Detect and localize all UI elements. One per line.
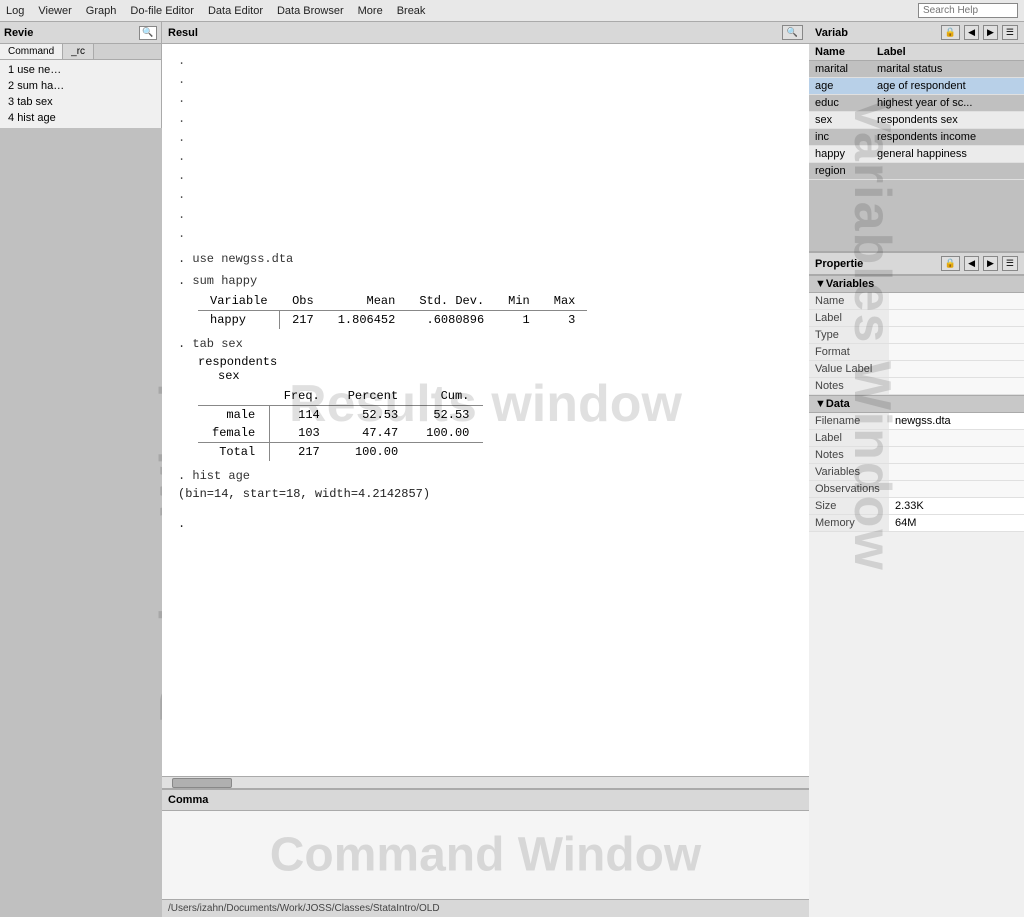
menu-dofile[interactable]: Do-file Editor	[130, 5, 194, 17]
var-table: Name Label maritalmarital statusageage o…	[809, 44, 1024, 180]
properties-header: Propertie 🔒 ◀ ▶ ☰	[809, 253, 1024, 275]
menu-log[interactable]: Log	[6, 5, 24, 17]
table-row-total: Total 217 100.00	[198, 442, 483, 461]
review-list: 1 use ne… 2 sum ha… 3 tab sex 4 hist age	[0, 60, 161, 128]
table-row[interactable]: sexrespondents sex	[809, 112, 1024, 129]
freq-intro: respondents sex	[198, 355, 793, 383]
status-bar: /Users/izahn/Documents/Work/JOSS/Classes…	[162, 899, 809, 917]
list-item[interactable]: 1 use ne…	[0, 62, 161, 78]
review-tabs: Command _rc	[0, 44, 161, 60]
prop-section-data[interactable]: ▼Data	[809, 395, 1024, 413]
command-content[interactable]: Command Window	[162, 811, 809, 899]
menu-more[interactable]: More	[358, 5, 383, 17]
menu-viewer[interactable]: Viewer	[38, 5, 71, 17]
prop-row: Filenamenewgss.dta	[809, 413, 1024, 430]
results-scrollbar[interactable]	[162, 776, 809, 788]
results-cmd-use: . use newgss.dta	[178, 252, 793, 266]
review-panel-header: Revie 🔍	[0, 22, 161, 44]
scrollbar-thumb[interactable]	[172, 778, 232, 788]
table-row[interactable]: ageage of respondent	[809, 78, 1024, 95]
menu-databrowser[interactable]: Data Browser	[277, 5, 344, 17]
results-cmd-tab: . tab sex	[178, 337, 793, 351]
col-label: Label	[871, 44, 1024, 61]
table-row[interactable]: region	[809, 163, 1024, 180]
results-dots: . . . . . . . . . .	[178, 52, 793, 244]
variables-nav-right[interactable]: ▶	[983, 25, 998, 40]
results-content[interactable]: Results window . . . . . . . . . . . use…	[162, 44, 809, 776]
variables-nav-left[interactable]: ◀	[964, 25, 979, 40]
tab-command[interactable]: Command	[0, 44, 63, 59]
freq-table: Freq. Percent Cum. male 114 52.53 52.53	[198, 387, 483, 461]
variables-menu-button[interactable]: ☰	[1002, 25, 1018, 40]
table-row: female 103 47.47 100.00	[198, 424, 483, 443]
prop-row: Type	[809, 327, 1024, 344]
results-cmd-hist: . hist age	[178, 469, 793, 483]
results-header: Resul 🔍	[162, 22, 809, 44]
menu-graph[interactable]: Graph	[86, 5, 117, 17]
command-watermark: Command Window	[270, 828, 702, 883]
prop-row: Label	[809, 430, 1024, 447]
prop-row: Variables	[809, 464, 1024, 481]
prop-row: Notes	[809, 447, 1024, 464]
review-search-button[interactable]: 🔍	[139, 26, 157, 40]
list-item[interactable]: 2 sum ha…	[0, 78, 161, 94]
results-hist-note: (bin=14, start=18, width=4.2142857)	[178, 487, 793, 501]
variables-lock-button[interactable]: 🔒	[941, 25, 960, 40]
prop-row: Notes	[809, 378, 1024, 395]
top-menu-bar: Log Viewer Graph Do-file Editor Data Edi…	[0, 0, 1024, 22]
review-watermark: Review Window	[149, 305, 162, 723]
prop-row: Label	[809, 310, 1024, 327]
results-search-button[interactable]: 🔍	[782, 25, 803, 40]
command-header: Comma	[162, 789, 809, 811]
menu-dataeditor[interactable]: Data Editor	[208, 5, 263, 17]
props-nav-right[interactable]: ▶	[983, 256, 998, 271]
prop-row: Format	[809, 344, 1024, 361]
results-title: Resul	[168, 27, 198, 39]
prop-row: Value Label	[809, 361, 1024, 378]
props-nav-left[interactable]: ◀	[964, 256, 979, 271]
variables-table: Name Label maritalmarital statusageage o…	[809, 44, 1024, 251]
table-row[interactable]: increspondents income	[809, 129, 1024, 146]
prop-row: Observations	[809, 481, 1024, 498]
table-row: male 114 52.53 52.53	[198, 405, 483, 424]
prop-row: Name	[809, 293, 1024, 310]
list-item[interactable]: 4 hist age	[0, 110, 161, 126]
props-menu-button[interactable]: ☰	[1002, 256, 1018, 271]
tab-rc[interactable]: _rc	[63, 44, 94, 59]
properties-panel: Propertie 🔒 ◀ ▶ ☰ ▼Variables NameLabelTy…	[809, 252, 1024, 917]
col-name: Name	[809, 44, 871, 61]
props-lock-button[interactable]: 🔒	[941, 256, 960, 271]
stat-table: Variable Obs Mean Std. Dev. Min Max happ…	[198, 292, 587, 329]
status-path: /Users/izahn/Documents/Work/JOSS/Classes…	[168, 903, 440, 914]
results-cmd-sum: . sum happy	[178, 274, 793, 288]
prop-section-variables[interactable]: ▼Variables	[809, 275, 1024, 293]
table-row[interactable]: educhighest year of sc...	[809, 95, 1024, 112]
list-item[interactable]: 3 tab sex	[0, 94, 161, 110]
table-row[interactable]: maritalmarital status	[809, 61, 1024, 78]
prop-row: Memory64M	[809, 515, 1024, 532]
review-title: Revie	[4, 27, 33, 39]
results-final-dot: .	[178, 517, 793, 531]
command-title: Comma	[168, 794, 208, 806]
properties-title: Propertie	[815, 258, 863, 270]
table-row[interactable]: happygeneral happiness	[809, 146, 1024, 163]
prop-row: Size2.33K	[809, 498, 1024, 515]
search-input[interactable]	[918, 3, 1018, 18]
variables-title: Variab	[815, 27, 848, 39]
variables-header: Variab 🔒 ◀ ▶ ☰	[809, 22, 1024, 44]
table-row: happy 217 1.806452 .6080896 1 3	[198, 310, 587, 329]
menu-break[interactable]: Break	[397, 5, 426, 17]
